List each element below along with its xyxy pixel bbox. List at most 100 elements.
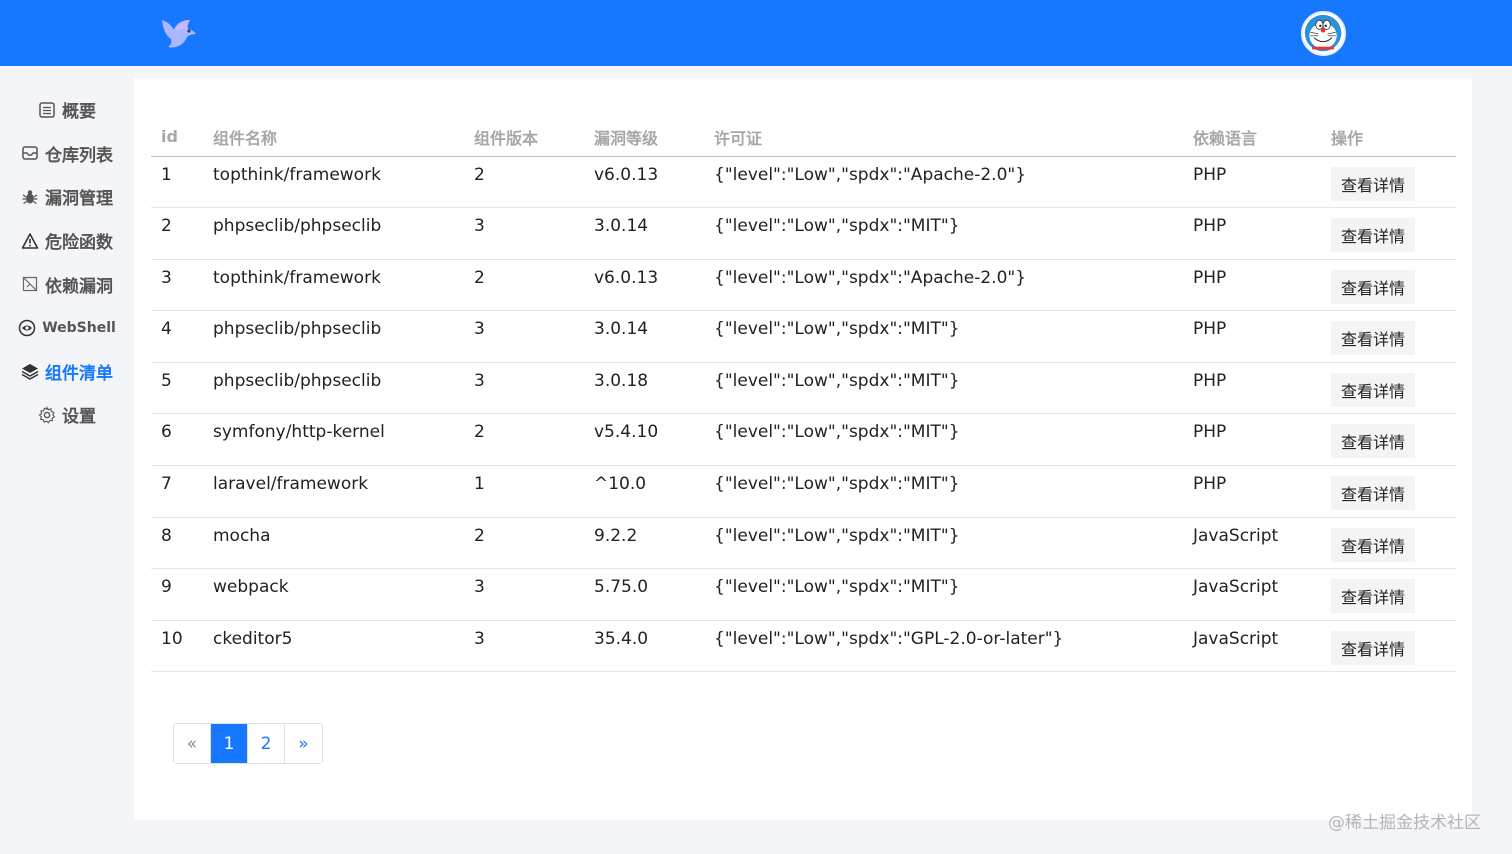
sidebar-item-dangerous-functions[interactable]: 危险函数 (0, 219, 134, 263)
cell-action: 查看详情 (1321, 310, 1456, 363)
pagination-next-button[interactable]: » (285, 724, 322, 763)
gear-icon (38, 405, 56, 424)
cell-action: 查看详情 (1321, 517, 1456, 570)
cell-language: PHP (1183, 310, 1321, 363)
cell-id: 6 (151, 413, 203, 467)
list-icon (38, 101, 56, 119)
cell-language: PHP (1183, 156, 1321, 209)
cell-license: {"level":"Low","spdx":"MIT"} (704, 310, 1183, 363)
sidebar-item-repositories[interactable]: 仓库列表 (0, 132, 134, 176)
cell-language: JavaScript (1183, 568, 1321, 621)
view-details-button[interactable]: 查看详情 (1331, 476, 1416, 511)
cell-language: JavaScript (1183, 517, 1321, 570)
cell-version: 2 (464, 517, 584, 570)
sidebar-item-label: 组件清单 (45, 363, 113, 384)
view-details-button[interactable]: 查看详情 (1331, 372, 1416, 407)
pagination-page-1[interactable]: 1 (211, 724, 248, 763)
cell-id: 5 (151, 362, 203, 415)
sidebar-item-dependency-vulns[interactable]: 依赖漏洞 (0, 262, 134, 306)
cell-level: 3.0.14 (584, 207, 704, 260)
sidebar-item-webshell[interactable]: WebShell (0, 306, 134, 350)
sidebar-item-label: 危险函数 (45, 233, 113, 254)
cell-action: 查看详情 (1321, 156, 1456, 209)
bird-logo-icon[interactable] (158, 14, 200, 54)
sidebar-nav: 概要 仓库列表 漏洞管理 危险函数 依赖漏洞 WebShell 组件清单 设置 (0, 88, 134, 437)
sidebar-item-components[interactable]: 组件清单 (0, 350, 134, 394)
cell-language: PHP (1183, 413, 1321, 467)
table-row: 8 mocha 2 9.2.2 {"level":"Low","spdx":"MIT"}… (151, 517, 1456, 570)
sidebar-item-overview[interactable]: 概要 (0, 88, 134, 132)
pagination-prev-button[interactable]: « (174, 724, 211, 763)
file-slash-icon (21, 275, 39, 293)
cell-id: 3 (151, 259, 203, 312)
cell-name: mocha (203, 517, 464, 570)
cell-name: topthink/framework (203, 156, 464, 209)
cell-version: 3 (464, 620, 584, 673)
table-row: 2 phpseclib/phpseclib 3 3.0.14 {"level":"Low… (151, 207, 1456, 260)
cell-level: 9.2.2 (584, 517, 704, 570)
eye-icon (18, 319, 36, 337)
sidebar-item-settings[interactable]: 设置 (0, 393, 134, 437)
view-details-button[interactable]: 查看详情 (1331, 269, 1416, 304)
cell-version: 3 (464, 207, 584, 260)
cell-level: v6.0.13 (584, 156, 704, 209)
view-details-button[interactable]: 查看详情 (1331, 527, 1416, 562)
cell-version: 2 (464, 413, 584, 467)
table-row: 1 topthink/framework 2 v6.0.13 {"level":"Low… (151, 156, 1456, 209)
cell-level: 3.0.14 (584, 310, 704, 363)
column-header-license: 许可证 (704, 118, 1183, 157)
table-row: 3 topthink/framework 2 v6.0.13 {"level":"Low… (151, 259, 1456, 312)
sidebar-item-vulnerabilities[interactable]: 漏洞管理 (0, 175, 134, 219)
warning-icon (21, 232, 39, 250)
cell-license: {"level":"Low","spdx":"MIT"} (704, 413, 1183, 467)
cell-name: phpseclib/phpseclib (203, 310, 464, 363)
column-header-level: 漏洞等级 (584, 118, 704, 157)
cell-id: 4 (151, 310, 203, 363)
cell-version: 2 (464, 156, 584, 209)
column-header-version: 组件版本 (464, 118, 584, 157)
cell-id: 1 (151, 156, 203, 209)
cell-name: symfony/http-kernel (203, 413, 464, 467)
cell-language: JavaScript (1183, 620, 1321, 673)
column-header-name: 组件名称 (203, 118, 464, 157)
table-row: 4 phpseclib/phpseclib 3 3.0.14 {"level":"Low… (151, 310, 1456, 363)
view-details-button[interactable]: 查看详情 (1331, 166, 1416, 201)
cell-name: webpack (203, 568, 464, 621)
cell-id: 10 (151, 620, 203, 673)
sidebar-item-label: WebShell (42, 319, 116, 336)
column-header-id: id (151, 118, 203, 157)
cell-name: topthink/framework (203, 259, 464, 312)
view-details-button[interactable]: 查看详情 (1331, 424, 1416, 459)
top-header (0, 0, 1512, 66)
sidebar-item-label: 仓库列表 (45, 145, 113, 166)
cell-name: laravel/framework (203, 465, 464, 518)
table-header-row: id 组件名称 组件版本 漏洞等级 许可证 依赖语言 操作 (151, 118, 1456, 157)
cell-name: phpseclib/phpseclib (203, 207, 464, 260)
cell-license: {"level":"Low","spdx":"MIT"} (704, 207, 1183, 260)
table-row: 7 laravel/framework 1 ^10.0 {"level":"Low","… (151, 465, 1456, 518)
pagination-page-2[interactable]: 2 (248, 724, 285, 763)
table-row: 6 symfony/http-kernel 2 v5.4.10 {"level":"Lo… (151, 413, 1456, 467)
cell-license: {"level":"Low","spdx":"GPL-2.0-or-later"… (704, 620, 1183, 673)
cell-name: phpseclib/phpseclib (203, 362, 464, 415)
view-details-button[interactable]: 查看详情 (1331, 218, 1416, 253)
cell-action: 查看详情 (1321, 465, 1456, 518)
cell-version: 3 (464, 362, 584, 415)
view-details-button[interactable]: 查看详情 (1331, 579, 1416, 614)
cell-id: 2 (151, 207, 203, 260)
watermark: @稀土掘金技术社区 (1328, 813, 1481, 833)
inbox-icon (21, 144, 39, 162)
sidebar-item-label: 设置 (62, 407, 96, 428)
cell-action: 查看详情 (1321, 362, 1456, 415)
bug-icon (21, 188, 39, 206)
view-details-button[interactable]: 查看详情 (1331, 630, 1416, 665)
view-details-button[interactable]: 查看详情 (1331, 321, 1416, 356)
components-table: id 组件名称 组件版本 漏洞等级 许可证 依赖语言 操作 1 topthink/… (151, 118, 1456, 673)
cell-level: 5.75.0 (584, 568, 704, 621)
cell-action: 查看详情 (1321, 568, 1456, 621)
cell-license: {"level":"Low","spdx":"Apache-2.0"} (704, 156, 1183, 209)
column-header-language: 依赖语言 (1183, 118, 1321, 157)
cell-id: 9 (151, 568, 203, 621)
pagination: « 1 2 » (173, 723, 323, 764)
user-avatar[interactable] (1301, 11, 1346, 56)
